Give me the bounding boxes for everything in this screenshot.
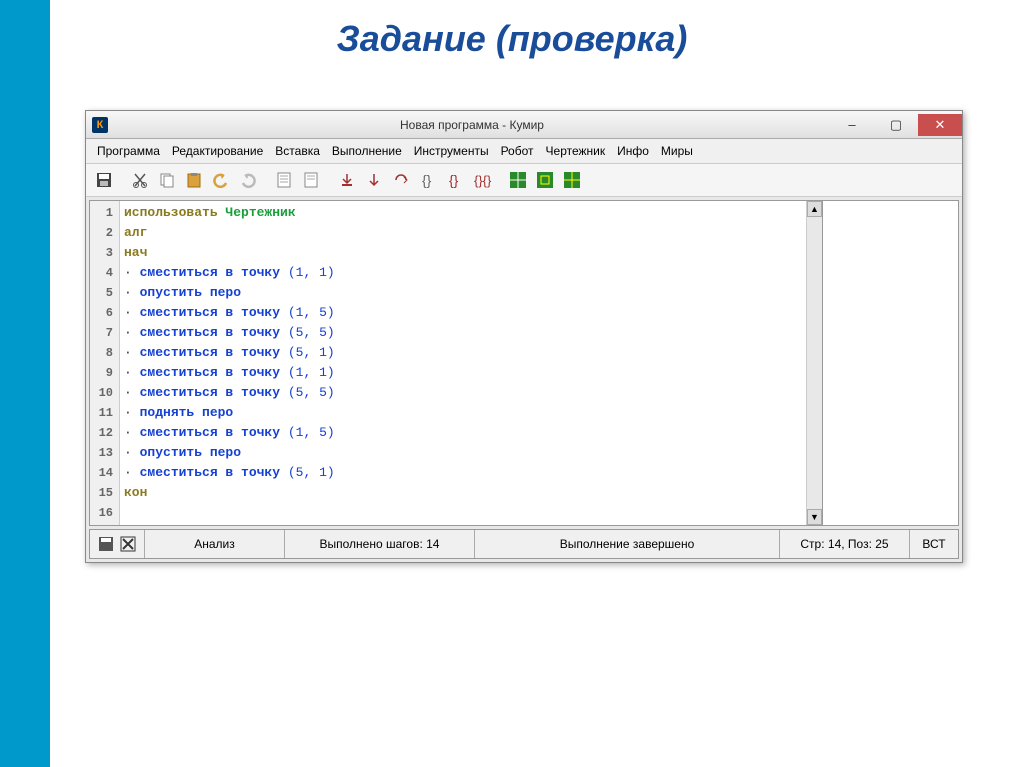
- menu-robot[interactable]: Робот: [496, 142, 539, 160]
- code-line[interactable]: · сместиться в точку (5, 1): [124, 343, 802, 363]
- svg-text:{}: {}: [422, 172, 432, 188]
- line-number: 13: [90, 443, 113, 463]
- menu-execute[interactable]: Выполнение: [327, 142, 407, 160]
- code-line[interactable]: алг: [124, 223, 802, 243]
- run1-icon[interactable]: [389, 168, 413, 192]
- grid2-icon[interactable]: [533, 168, 557, 192]
- doc2-icon[interactable]: [299, 168, 323, 192]
- code-line[interactable]: использовать Чертежник: [124, 203, 802, 223]
- line-number: 5: [90, 283, 113, 303]
- code-line[interactable]: · сместиться в точку (1, 1): [124, 363, 802, 383]
- undo-icon[interactable]: [209, 168, 233, 192]
- braces2-icon[interactable]: {}: [443, 168, 467, 192]
- toolbar: {} {} {}{}: [86, 164, 962, 197]
- line-gutter: 12345678910111213141516: [90, 201, 120, 525]
- statusbar: Анализ Выполнено шагов: 14 Выполнение за…: [89, 529, 959, 559]
- line-number: 7: [90, 323, 113, 343]
- editor-area: 12345678910111213141516 использовать Чер…: [89, 200, 959, 526]
- line-number: 1: [90, 203, 113, 223]
- code-content[interactable]: использовать Чертежникалгнач· сместиться…: [120, 201, 806, 525]
- line-number: 11: [90, 403, 113, 423]
- code-line[interactable]: · сместиться в точку (5, 1): [124, 463, 802, 483]
- braces1-icon[interactable]: {}: [416, 168, 440, 192]
- step-into-icon[interactable]: [335, 168, 359, 192]
- status-done: Выполнение завершено: [475, 530, 780, 558]
- status-mode: ВСТ: [910, 530, 958, 558]
- code-line[interactable]: · сместиться в точку (1, 1): [124, 263, 802, 283]
- code-line[interactable]: · сместиться в точку (1, 5): [124, 423, 802, 443]
- doc1-icon[interactable]: [272, 168, 296, 192]
- menu-info[interactable]: Инфо: [612, 142, 654, 160]
- line-number: 8: [90, 343, 113, 363]
- status-icons: [90, 530, 145, 558]
- code-line[interactable]: · сместиться в точку (1, 5): [124, 303, 802, 323]
- vertical-scrollbar[interactable]: ▲ ▼: [806, 201, 822, 525]
- line-number: 14: [90, 463, 113, 483]
- app-window: К Новая программа - Кумир – ▢ ✕ Программ…: [85, 110, 963, 563]
- line-number: 4: [90, 263, 113, 283]
- menu-edit[interactable]: Редактирование: [167, 142, 268, 160]
- minimize-button[interactable]: –: [830, 114, 874, 136]
- cut-icon[interactable]: [128, 168, 152, 192]
- status-cross-icon[interactable]: [120, 536, 136, 552]
- code-line[interactable]: нач: [124, 243, 802, 263]
- menu-program[interactable]: Программа: [92, 142, 165, 160]
- copy-icon[interactable]: [155, 168, 179, 192]
- code-line[interactable]: · сместиться в точку (5, 5): [124, 383, 802, 403]
- menu-worlds[interactable]: Миры: [656, 142, 698, 160]
- status-position: Стр: 14, Поз: 25: [780, 530, 910, 558]
- code-line[interactable]: · опустить перо: [124, 283, 802, 303]
- scroll-down-icon[interactable]: ▼: [807, 509, 822, 525]
- line-number: 3: [90, 243, 113, 263]
- save-icon[interactable]: [92, 168, 116, 192]
- menu-tools[interactable]: Инструменты: [409, 142, 494, 160]
- titlebar: К Новая программа - Кумир – ▢ ✕: [86, 111, 962, 139]
- page-title: Задание (проверка): [0, 0, 1024, 74]
- line-number: 10: [90, 383, 113, 403]
- side-panel: [823, 201, 958, 525]
- menu-drawer[interactable]: Чертежник: [541, 142, 611, 160]
- paste-icon[interactable]: [182, 168, 206, 192]
- line-number: 12: [90, 423, 113, 443]
- line-number: 6: [90, 303, 113, 323]
- code-line[interactable]: · сместиться в точку (5, 5): [124, 323, 802, 343]
- braces3-icon[interactable]: {}{}: [470, 168, 494, 192]
- code-line[interactable]: · опустить перо: [124, 443, 802, 463]
- status-save-icon[interactable]: [98, 536, 114, 552]
- code-line[interactable]: кон: [124, 483, 802, 503]
- code-line[interactable]: [124, 503, 802, 523]
- line-number: 2: [90, 223, 113, 243]
- menubar: Программа Редактирование Вставка Выполне…: [86, 139, 962, 164]
- grid3-icon[interactable]: [560, 168, 584, 192]
- window-title: Новая программа - Кумир: [114, 118, 830, 132]
- code-line[interactable]: · поднять перо: [124, 403, 802, 423]
- scroll-up-icon[interactable]: ▲: [807, 201, 822, 217]
- maximize-button[interactable]: ▢: [874, 114, 918, 136]
- svg-text:{}{}: {}{}: [474, 173, 491, 188]
- grid1-icon[interactable]: [506, 168, 530, 192]
- redo-icon[interactable]: [236, 168, 260, 192]
- scroll-track[interactable]: [807, 217, 822, 509]
- page-accent-bar: [0, 0, 50, 767]
- status-analyze[interactable]: Анализ: [145, 530, 285, 558]
- menu-insert[interactable]: Вставка: [270, 142, 325, 160]
- line-number: 9: [90, 363, 113, 383]
- svg-text:{}: {}: [449, 172, 459, 188]
- window-controls: – ▢ ✕: [830, 114, 962, 136]
- line-number: 15: [90, 483, 113, 503]
- status-steps: Выполнено шагов: 14: [285, 530, 475, 558]
- line-number: 16: [90, 503, 113, 523]
- app-icon: К: [92, 117, 108, 133]
- step-over-icon[interactable]: [362, 168, 386, 192]
- code-panel: 12345678910111213141516 использовать Чер…: [90, 201, 823, 525]
- close-button[interactable]: ✕: [918, 114, 962, 136]
